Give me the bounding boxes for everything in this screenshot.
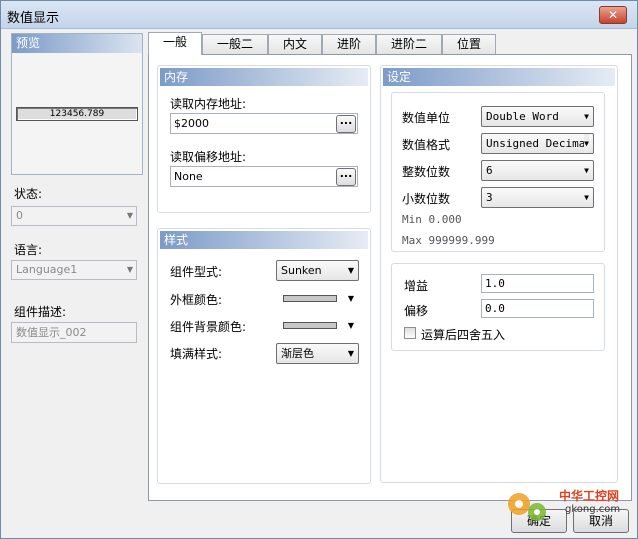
integer-digits-value: 6 <box>486 164 493 177</box>
state-label: 状态: <box>14 187 43 201</box>
chevron-down-icon: ▼ <box>126 211 133 220</box>
gain-subgroup: 增益 1.0 偏移 0.0 运算后四舍五入 <box>391 263 605 351</box>
offset-address-input[interactable]: None <box>170 166 358 187</box>
component-type-label: 组件型式: <box>170 265 223 279</box>
border-color-swatch <box>283 295 337 302</box>
unit-value: Double Word <box>486 110 559 123</box>
decimal-digits-select[interactable]: 3 ▼ <box>481 187 594 208</box>
background-color-picker[interactable]: ▼ <box>276 315 359 336</box>
state-value: 0 <box>16 209 23 222</box>
background-color-swatch <box>283 322 337 329</box>
chevron-down-icon: ▼ <box>584 193 589 202</box>
chevron-down-icon: ▼ <box>347 294 354 303</box>
tab-position[interactable]: 位置 <box>442 34 496 55</box>
language-select[interactable]: Language1 ▼ <box>11 260 137 280</box>
settings-header: 设定 <box>383 68 615 86</box>
fill-style-select[interactable]: 渐层色 ▼ <box>276 343 359 364</box>
language-value: Language1 <box>16 263 78 276</box>
format-value: Unsigned Decima <box>486 137 586 150</box>
close-button[interactable]: ✕ <box>599 6 627 24</box>
background-color-label: 组件背景颜色: <box>170 320 247 334</box>
component-type-select[interactable]: Sunken ▼ <box>276 260 359 281</box>
style-header: 样式 <box>160 231 368 249</box>
tab-panel: 内存 读取内存地址: $2000 ... 读取偏移地址: None ... 样式… <box>148 54 632 501</box>
left-panel: 预览 123456.789 状态: 0 ▼ 语言: Language1 ▼ 组件描述… <box>8 33 145 493</box>
offset-address-browse-button[interactable]: ... <box>336 168 356 186</box>
fill-style-label: 填满样式: <box>170 347 223 361</box>
chevron-down-icon: ▼ <box>347 266 354 275</box>
chevron-down-icon: ▼ <box>584 134 589 153</box>
dialog-window: 数值显示 ✕ 预览 123456.789 状态: 0 ▼ 语言: Language… <box>0 0 638 539</box>
ok-button[interactable]: 确定 <box>511 509 567 533</box>
preview-header: 预览 <box>12 34 142 53</box>
preview-value: 123456.789 <box>16 107 138 121</box>
chevron-down-icon: ▼ <box>126 265 133 274</box>
unit-select[interactable]: Double Word ▼ <box>481 106 594 127</box>
description-field[interactable]: 数值显示_002 <box>11 322 137 343</box>
window-title: 数值显示 <box>7 11 60 26</box>
read-address-label: 读取内存地址: <box>170 97 247 111</box>
format-select[interactable]: Unsigned Decima ▼ <box>481 133 594 154</box>
max-value-text: Max 999999.999 <box>402 234 495 247</box>
round-label: 运算后四舍五入 <box>421 328 506 342</box>
chevron-down-icon: ▼ <box>584 112 589 121</box>
tab-advanced[interactable]: 进阶 <box>322 34 376 55</box>
read-address-input[interactable]: $2000 <box>170 113 358 134</box>
state-select[interactable]: 0 ▼ <box>11 206 137 226</box>
chevron-down-icon: ▼ <box>347 349 354 358</box>
format-subgroup: 数值单位 Double Word ▼ 数值格式 Unsigned Decima ▼ … <box>391 92 605 252</box>
offset-label: 偏移 <box>404 304 429 318</box>
tab-general-2[interactable]: 一般二 <box>202 34 268 55</box>
border-color-label: 外框颜色: <box>170 293 223 307</box>
integer-digits-select[interactable]: 6 ▼ <box>481 160 594 181</box>
gain-label: 增益 <box>404 279 429 293</box>
round-checkbox[interactable] <box>404 327 416 339</box>
read-address-browse-button[interactable]: ... <box>336 115 356 133</box>
offset-address-label: 读取偏移地址: <box>170 150 247 164</box>
style-group: 样式 组件型式: Sunken ▼ 外框颜色: ▼ 组件背景颜色: ▼ 填满样式:… <box>157 228 371 484</box>
chevron-down-icon: ▼ <box>347 321 354 330</box>
chevron-down-icon: ▼ <box>584 166 589 175</box>
component-type-value: Sunken <box>281 264 322 277</box>
decimal-digits-label: 小数位数 <box>402 192 451 206</box>
unit-label: 数值单位 <box>402 111 451 125</box>
preview-box: 预览 123456.789 <box>11 33 143 175</box>
cancel-button[interactable]: 取消 <box>573 509 629 533</box>
min-value-text: Min 0.000 <box>402 213 462 226</box>
decimal-digits-value: 3 <box>486 191 493 204</box>
language-label: 语言: <box>14 243 43 257</box>
border-color-picker[interactable]: ▼ <box>276 288 359 309</box>
offset-input[interactable]: 0.0 <box>481 299 594 318</box>
settings-group: 设定 数值单位 Double Word ▼ 数值格式 Unsigned Decim… <box>380 65 618 483</box>
memory-header: 内存 <box>160 68 368 86</box>
title-bar: 数值显示 ✕ <box>1 1 637 29</box>
tab-general[interactable]: 一般 <box>148 32 202 55</box>
fill-style-value: 渐层色 <box>281 347 314 360</box>
tab-text[interactable]: 内文 <box>268 34 322 55</box>
tab-advanced-2[interactable]: 进阶二 <box>376 34 442 55</box>
description-label: 组件描述: <box>14 305 67 319</box>
integer-digits-label: 整数位数 <box>402 165 451 179</box>
gain-input[interactable]: 1.0 <box>481 274 594 293</box>
format-label: 数值格式 <box>402 138 451 152</box>
memory-group: 内存 读取内存地址: $2000 ... 读取偏移地址: None ... <box>157 65 371 213</box>
